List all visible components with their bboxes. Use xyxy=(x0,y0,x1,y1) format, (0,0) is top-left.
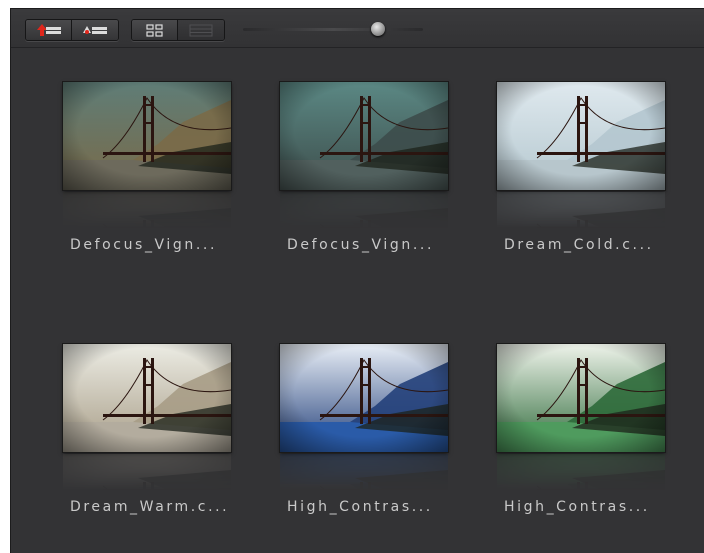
preset-label: Defocus_Vign... xyxy=(287,237,435,253)
preset-actions-group xyxy=(25,19,119,41)
manage-presets-button[interactable] xyxy=(72,20,118,40)
grid-view-button[interactable] xyxy=(132,20,178,40)
preset-browser-panel: Defocus_Vign... Defocus_Vign... Dream_Cold… xyxy=(10,8,704,553)
preset-tile[interactable]: Defocus_Vign... xyxy=(273,47,453,253)
preset-thumbnail[interactable] xyxy=(497,82,665,190)
preset-label: Defocus_Vign... xyxy=(70,237,218,253)
preset-tile[interactable]: High_Contras... xyxy=(273,309,453,515)
preset-thumbnail[interactable] xyxy=(63,344,231,452)
preset-thumbnail[interactable] xyxy=(280,82,448,190)
preset-thumbnail[interactable] xyxy=(280,344,448,452)
thumbnail-size-slider[interactable] xyxy=(243,28,423,31)
list-view-icon xyxy=(189,24,213,37)
toolbar xyxy=(11,9,704,48)
preset-tile[interactable]: Dream_Cold.c... xyxy=(490,47,670,253)
view-mode-group xyxy=(131,19,225,41)
preset-tile[interactable]: High_Contras... xyxy=(490,309,670,515)
preset-tile[interactable]: Defocus_Vign... xyxy=(56,47,236,253)
grid-view-icon xyxy=(146,24,163,37)
import-preset-button[interactable] xyxy=(26,20,72,40)
preset-thumbnail[interactable] xyxy=(63,82,231,190)
thumbnail-size-slider-thumb[interactable] xyxy=(371,22,385,36)
list-view-button[interactable] xyxy=(178,20,224,40)
preset-tile[interactable]: Dream_Warm.c... xyxy=(56,309,236,515)
preset-grid: Defocus_Vign... Defocus_Vign... Dream_Cold… xyxy=(11,47,704,553)
import-preset-icon xyxy=(37,24,61,36)
preset-label: High_Contras... xyxy=(287,499,433,515)
thumbnail-reflection xyxy=(280,192,448,228)
thumbnail-reflection xyxy=(497,192,665,228)
preset-label: High_Contras... xyxy=(504,499,650,515)
preset-label: Dream_Warm.c... xyxy=(70,499,230,515)
thumbnail-reflection xyxy=(280,454,448,490)
thumbnail-reflection xyxy=(63,192,231,228)
preset-label: Dream_Cold.c... xyxy=(504,237,654,253)
manage-presets-icon xyxy=(83,26,107,34)
thumbnail-reflection xyxy=(63,454,231,490)
thumbnail-reflection xyxy=(497,454,665,490)
preset-thumbnail[interactable] xyxy=(497,344,665,452)
